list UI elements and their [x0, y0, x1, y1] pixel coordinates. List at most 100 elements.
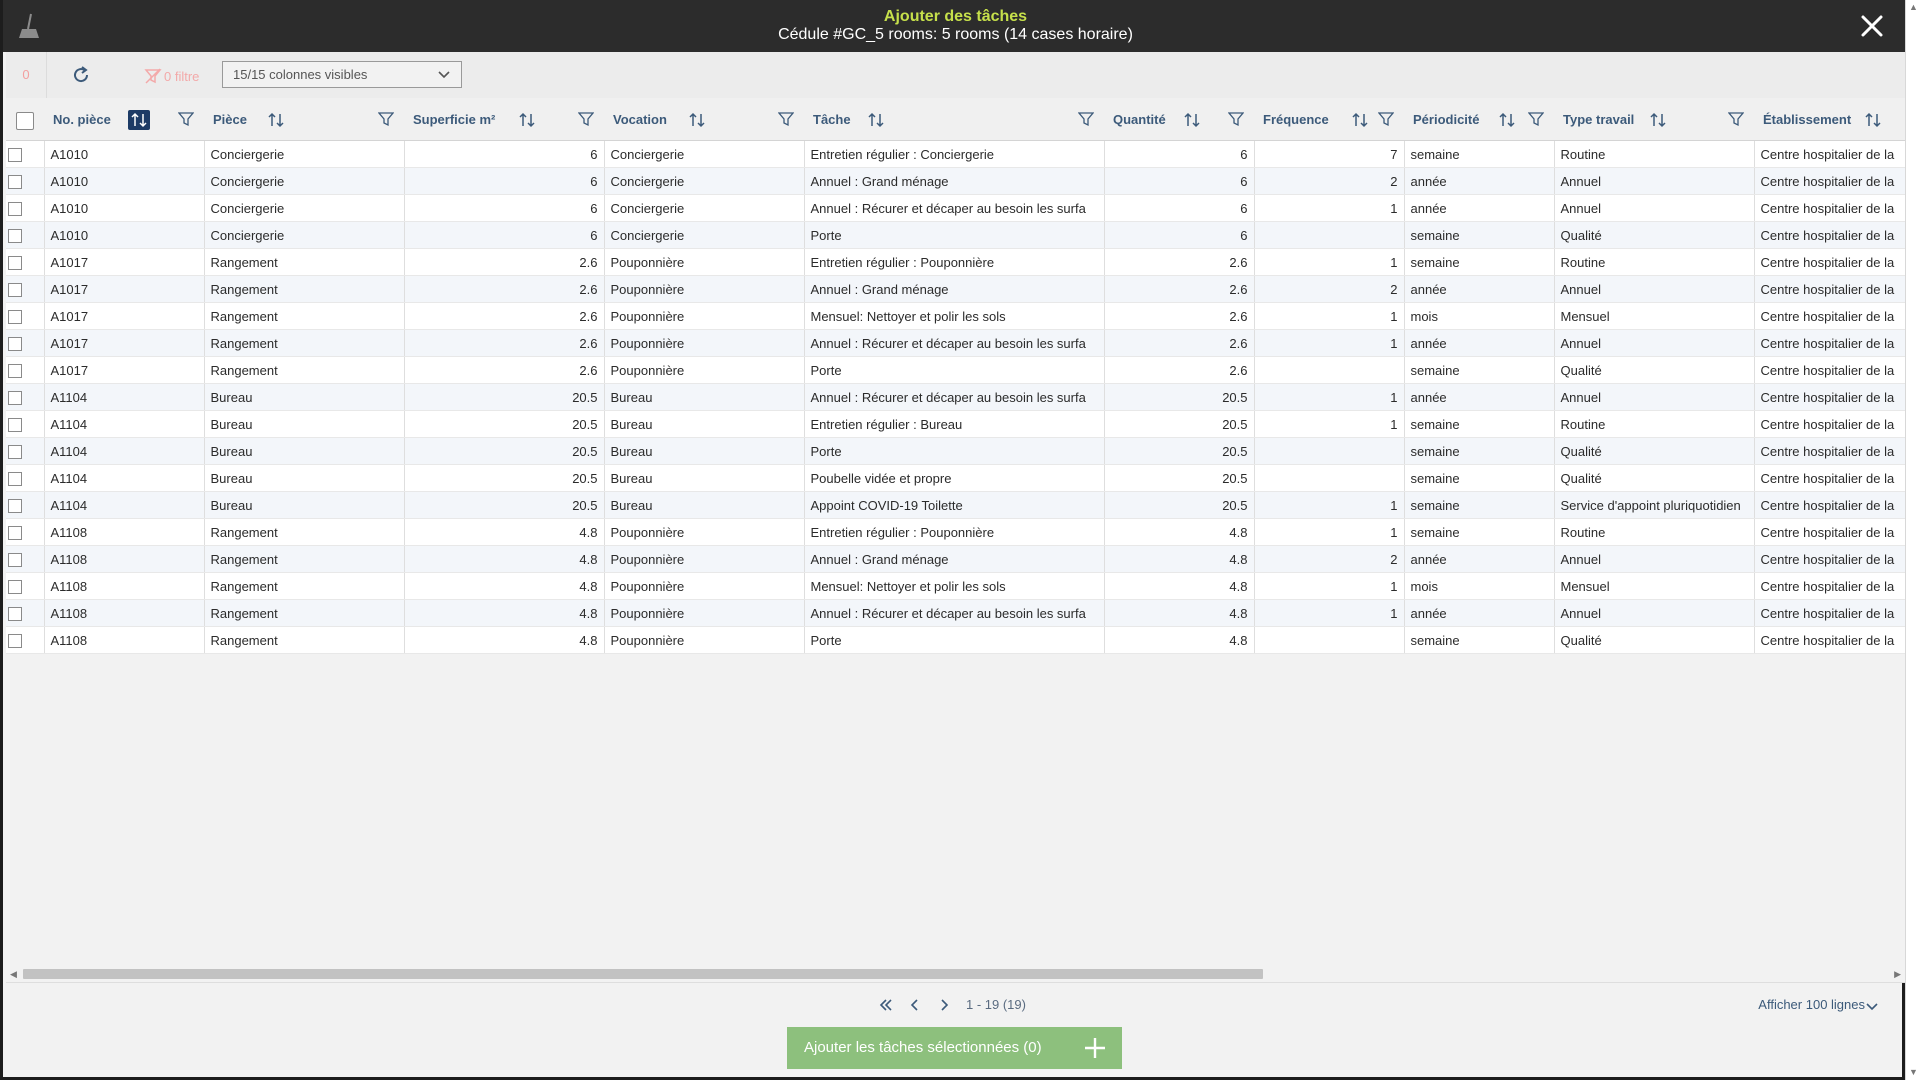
- filter-icon[interactable]: [578, 111, 594, 127]
- select-all-checkbox[interactable]: [16, 112, 34, 130]
- table-row[interactable]: A1017 Rangement 2.6 Pouponnière Mensuel: Net…: [6, 302, 1905, 330]
- table-row[interactable]: A1017 Rangement 2.6 Pouponnière Annuel : Gra…: [6, 275, 1905, 303]
- previous-page-icon[interactable]: [905, 995, 925, 1015]
- row-checkbox[interactable]: [8, 363, 22, 378]
- sort-icon[interactable]: [1862, 110, 1884, 130]
- table-row[interactable]: A1104 Bureau 20.5 Bureau Annuel : Récurer et…: [6, 383, 1905, 411]
- row-checkbox[interactable]: [8, 147, 22, 162]
- add-selected-tasks-button[interactable]: Ajouter les tâches sélectionnées (0): [787, 1027, 1122, 1069]
- row-checkbox[interactable]: [8, 201, 22, 216]
- table-row[interactable]: A1104 Bureau 20.5 Bureau Poubelle vidée et p…: [6, 464, 1905, 492]
- table-row[interactable]: A1108 Rangement 4.8 Pouponnière Annuel : Gra…: [6, 545, 1905, 573]
- sort-icon[interactable]: [865, 110, 887, 130]
- row-checkbox[interactable]: [8, 471, 22, 486]
- close-icon[interactable]: [1858, 12, 1886, 40]
- column-header[interactable]: Établissement: [1754, 98, 1905, 141]
- column-header[interactable]: No. pièce: [44, 98, 204, 141]
- column-header[interactable]: Superficie m²: [404, 98, 604, 141]
- table-row[interactable]: A1010 Conciergerie 6 Conciergerie Annuel : R…: [6, 194, 1905, 222]
- table-cell: 20.5: [404, 491, 605, 519]
- table-cell: Bureau: [204, 437, 405, 465]
- table-row[interactable]: A1104 Bureau 20.5 Bureau Appoint COVID-19 To…: [6, 491, 1905, 519]
- column-header[interactable]: Tâche: [804, 98, 1104, 141]
- filter-icon[interactable]: [778, 111, 794, 127]
- scroll-thumb[interactable]: [23, 969, 1263, 979]
- sort-ascending-icon[interactable]: [128, 110, 150, 130]
- table-row[interactable]: A1017 Rangement 2.6 Pouponnière Porte 2.6 sema…: [6, 356, 1905, 384]
- table-cell: 2.6: [1104, 329, 1255, 357]
- table-cell: [1254, 464, 1405, 492]
- sort-icon[interactable]: [265, 110, 287, 130]
- scroll-up-icon[interactable]: ▲: [1906, 0, 1920, 15]
- table-row[interactable]: A1108 Rangement 4.8 Pouponnière Porte 4.8 sema…: [6, 626, 1905, 654]
- table-cell: Centre hospitalier de la: [1754, 140, 1905, 168]
- sort-icon[interactable]: [516, 110, 538, 130]
- row-checkbox[interactable]: [8, 579, 22, 594]
- table-cell: Bureau: [204, 491, 405, 519]
- chevron-down-icon[interactable]: [1865, 1000, 1879, 1014]
- column-header-label: Périodicité: [1413, 112, 1480, 127]
- filter-icon[interactable]: [1528, 111, 1544, 127]
- scroll-right-icon[interactable]: ▶: [1894, 966, 1901, 982]
- table-row[interactable]: A1104 Bureau 20.5 Bureau Entretien régulier …: [6, 410, 1905, 438]
- table-row[interactable]: A1010 Conciergerie 6 Conciergerie Entretien …: [6, 140, 1905, 168]
- row-checkbox[interactable]: [8, 525, 22, 540]
- table-cell: 6: [404, 194, 605, 222]
- row-checkbox[interactable]: [8, 552, 22, 567]
- filter-icon[interactable]: [378, 111, 394, 127]
- filter-icon[interactable]: [1228, 111, 1244, 127]
- sort-icon[interactable]: [686, 110, 708, 130]
- table-row[interactable]: A1017 Rangement 2.6 Pouponnière Annuel : Réc…: [6, 329, 1905, 357]
- row-checkbox[interactable]: [8, 498, 22, 513]
- table-cell: [1254, 356, 1405, 384]
- column-header[interactable]: Périodicité: [1404, 98, 1554, 141]
- row-checkbox[interactable]: [8, 255, 22, 270]
- row-checkbox[interactable]: [8, 174, 22, 189]
- table-row[interactable]: A1108 Rangement 4.8 Pouponnière Mensuel: Net…: [6, 572, 1905, 600]
- horizontal-scrollbar[interactable]: ◀ ▶: [6, 966, 1905, 982]
- column-header[interactable]: Fréquence: [1254, 98, 1404, 141]
- table-row[interactable]: A1017 Rangement 2.6 Pouponnière Entretien ré…: [6, 248, 1905, 276]
- scroll-left-icon[interactable]: ◀: [10, 966, 17, 982]
- table-row[interactable]: A1108 Rangement 4.8 Pouponnière Entretien ré…: [6, 518, 1905, 546]
- refresh-icon[interactable]: [70, 64, 92, 86]
- table-cell: Pouponnière: [604, 275, 805, 303]
- row-checkbox[interactable]: [8, 444, 22, 459]
- table-cell: A1010: [44, 221, 205, 249]
- table-cell: A1010: [44, 167, 205, 195]
- table-row[interactable]: A1104 Bureau 20.5 Bureau Porte 20.5 semaine Qua…: [6, 437, 1905, 465]
- table-row[interactable]: A1108 Rangement 4.8 Pouponnière Annuel : Réc…: [6, 599, 1905, 627]
- column-header[interactable]: Type travail: [1554, 98, 1754, 141]
- vertical-scrollbar[interactable]: ▲ ▼: [1905, 0, 1920, 1080]
- row-checkbox[interactable]: [8, 606, 22, 621]
- table-row[interactable]: A1010 Conciergerie 6 Conciergerie Porte 6 sema…: [6, 221, 1905, 249]
- visible-columns-select[interactable]: 15/15 colonnes visibles: [222, 61, 462, 88]
- row-checkbox[interactable]: [8, 390, 22, 405]
- rows-per-page-select[interactable]: Afficher 100 lignes: [1758, 997, 1865, 1012]
- row-checkbox[interactable]: [8, 417, 22, 432]
- column-header[interactable]: Vocation: [604, 98, 804, 141]
- row-checkbox[interactable]: [8, 336, 22, 351]
- filter-icon[interactable]: [178, 111, 194, 127]
- column-header[interactable]: Quantité: [1104, 98, 1254, 141]
- table-cell: 2.6: [404, 329, 605, 357]
- sort-icon[interactable]: [1496, 110, 1518, 130]
- row-checkbox[interactable]: [8, 633, 22, 648]
- filter-icon[interactable]: [1378, 111, 1394, 127]
- sort-icon[interactable]: [1349, 110, 1371, 130]
- table-cell: mois: [1404, 302, 1555, 330]
- row-checkbox[interactable]: [8, 309, 22, 324]
- table-row[interactable]: A1010 Conciergerie 6 Conciergerie Annuel : G…: [6, 167, 1905, 195]
- row-checkbox[interactable]: [8, 282, 22, 297]
- clear-filters-button[interactable]: 0 filtre: [144, 66, 199, 86]
- scroll-down-icon[interactable]: ▼: [1906, 1065, 1920, 1080]
- row-checkbox[interactable]: [8, 228, 22, 243]
- column-header[interactable]: Pièce: [204, 98, 404, 141]
- sort-icon[interactable]: [1181, 110, 1203, 130]
- table-cell: A1104: [44, 410, 205, 438]
- filter-icon[interactable]: [1078, 111, 1094, 127]
- next-page-icon[interactable]: [934, 995, 954, 1015]
- sort-icon[interactable]: [1647, 110, 1669, 130]
- filter-icon[interactable]: [1728, 111, 1744, 127]
- first-page-icon[interactable]: [876, 995, 896, 1015]
